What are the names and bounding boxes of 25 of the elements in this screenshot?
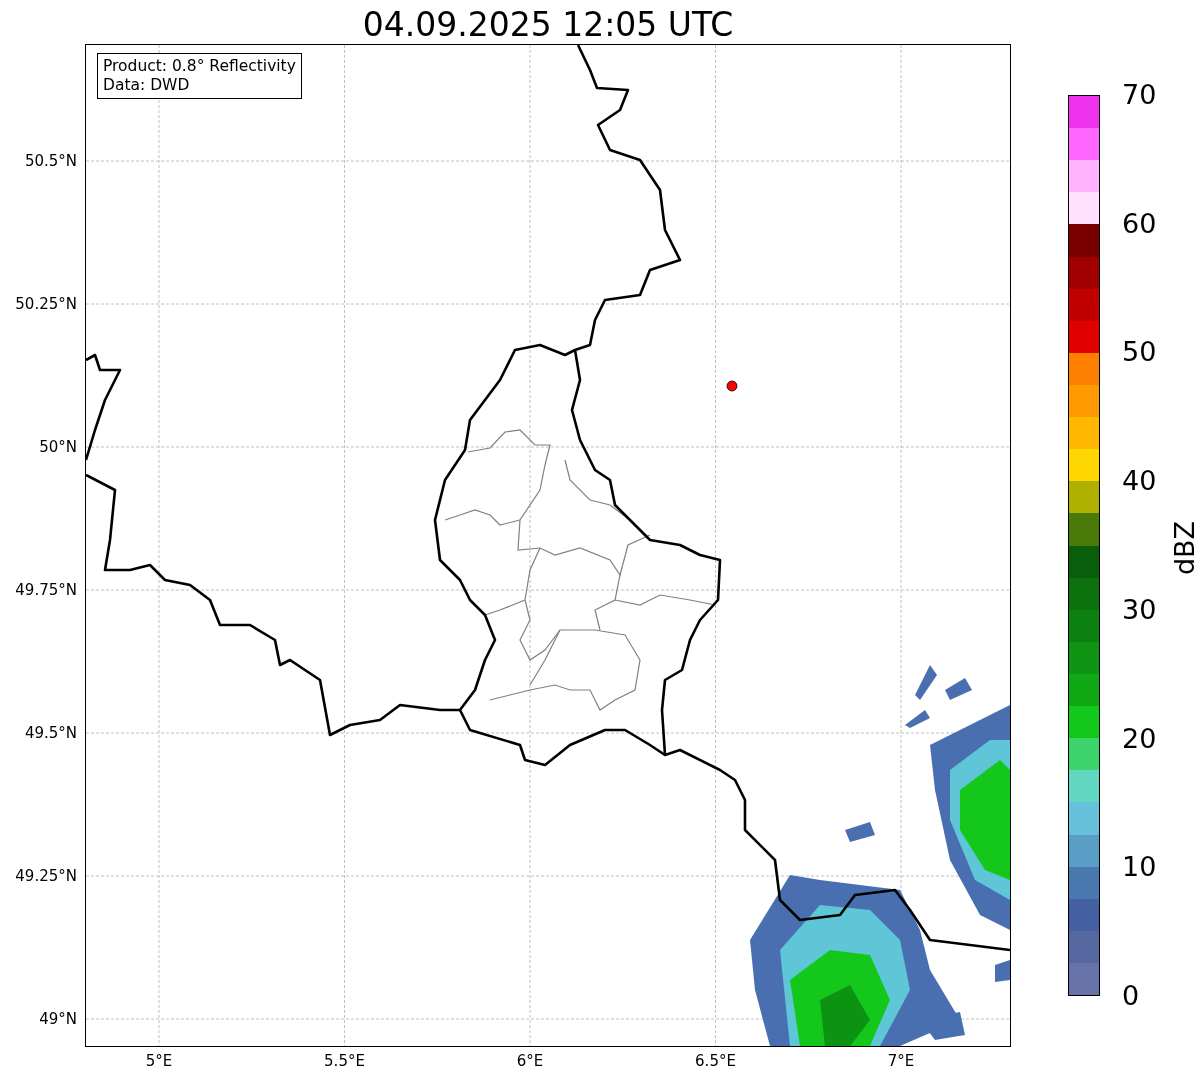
legend-text: Data: DWD bbox=[103, 76, 191, 95]
latitude-label: 49.25°N bbox=[15, 866, 77, 886]
latitude-label: 49.5°N bbox=[24, 723, 77, 743]
longitude-label: 5°E bbox=[144, 1051, 174, 1071]
colorbar-tick-label: 40 bbox=[1122, 465, 1157, 498]
colorbar-tick-label: 10 bbox=[1122, 851, 1157, 884]
colorbar-label: dBZ bbox=[1169, 520, 1202, 576]
latitude-label: 50.5°N bbox=[24, 151, 77, 171]
radar-site-marker bbox=[726, 380, 738, 392]
longitude-label: 6°E bbox=[515, 1051, 545, 1071]
colorbar-tick-label: 60 bbox=[1122, 207, 1157, 240]
colorbar-tick-label: 30 bbox=[1122, 593, 1157, 626]
legend-text: Product: 0.8° Reflectivity bbox=[103, 57, 296, 76]
chart-title: 04.09.2025 12:05 UTC bbox=[361, 4, 735, 45]
latitude-label: 49°N bbox=[39, 1009, 77, 1029]
colorbar-tick-label: 20 bbox=[1122, 722, 1157, 755]
longitude-label: 5.5°E bbox=[323, 1051, 366, 1071]
longitude-label: 6.5°E bbox=[694, 1051, 737, 1071]
colorbar-tick-label: 0 bbox=[1122, 980, 1140, 1012]
latitude-label: 50°N bbox=[39, 437, 77, 457]
latitude-label: 49.75°N bbox=[15, 580, 77, 600]
colorbar-tick-label: 70 bbox=[1122, 79, 1157, 111]
colorbar-tick-label: 50 bbox=[1122, 336, 1157, 369]
latitude-label: 50.25°N bbox=[15, 294, 77, 314]
longitude-label: 7°E bbox=[886, 1051, 916, 1071]
